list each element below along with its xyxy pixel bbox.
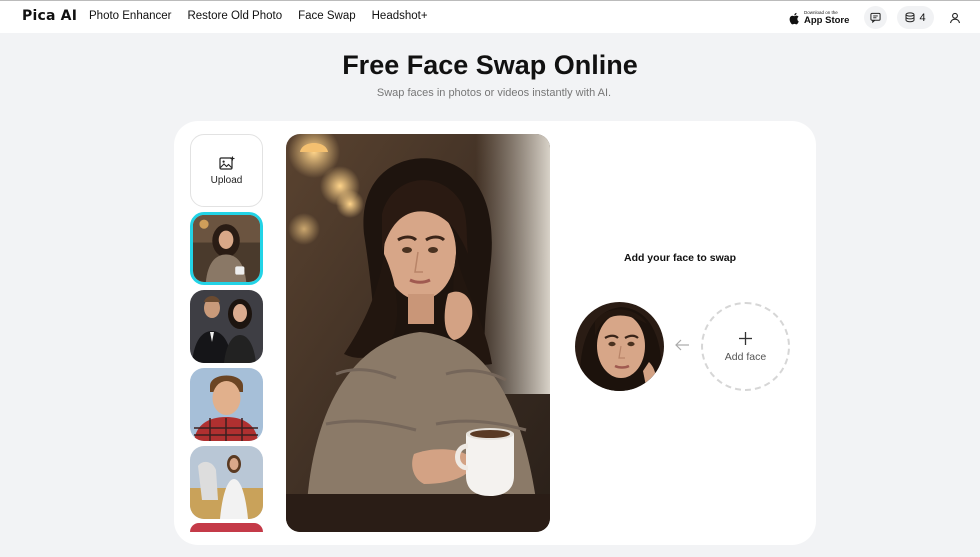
sample-photo-couple [190,290,263,363]
target-photo-preview [286,134,550,532]
credits-button[interactable]: 4 [897,6,934,29]
credits-count: 4 [919,11,926,24]
upload-label: Upload [210,174,243,186]
app-store-label: App Store [804,14,850,26]
add-face-label: Add face [724,350,767,363]
nav-photo-enhancer[interactable]: Photo Enhancer [89,10,171,22]
feedback-button[interactable] [864,6,887,29]
account-button[interactable] [944,6,966,29]
pica-ai-logo[interactable]: Pica AI [22,8,77,24]
app-store-button[interactable]: Download on the App Store [784,7,854,29]
nav-face-swap[interactable]: Face Swap [298,10,356,22]
arrow-left-icon [675,339,689,351]
detected-face-image [575,302,664,391]
sample-thumbnail-boy[interactable] [190,368,263,441]
nav-restore-old-photo[interactable]: Restore Old Photo [187,10,282,22]
add-face-button[interactable]: Add face [701,302,790,391]
target-photo-woman-cafe [286,134,550,532]
sample-thumbnail-partial[interactable] [190,523,263,532]
apple-icon [789,12,799,24]
page-title: Free Face Swap Online [342,50,638,80]
sample-photo-woman-cafe [193,215,260,282]
add-face-heading: Add your face to swap [623,252,737,264]
top-navigation-bar: Pica AI Photo Enhancer Restore Old Photo… [0,0,980,33]
sample-thumbnail-woman-horse[interactable] [190,446,263,519]
plus-icon [739,331,752,345]
nav-headshot[interactable]: Headshot+ [372,10,428,22]
sample-photo-partial [190,523,263,532]
upload-button[interactable]: Upload [190,134,263,207]
sample-photo-boy [190,368,263,441]
sample-thumbnail-couple[interactable] [190,290,263,363]
coins-stack-icon [905,12,915,23]
main-nav: Photo Enhancer Restore Old Photo Face Sw… [89,10,428,22]
sample-photo-woman-horse [190,446,263,519]
sample-thumbnail-woman-cafe[interactable] [190,212,263,285]
detected-face-preview[interactable] [575,302,664,391]
image-upload-icon [218,156,234,170]
page-subtitle: Swap faces in photos or videos instantly… [376,87,612,99]
user-icon [949,12,961,23]
chat-icon [870,12,881,23]
